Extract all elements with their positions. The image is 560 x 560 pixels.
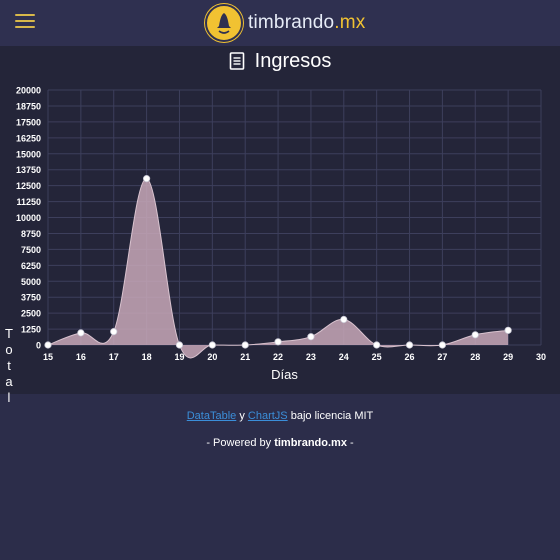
y-tick-label: 5000 (21, 277, 41, 287)
x-tick-label: 28 (470, 352, 480, 362)
data-point (208, 341, 216, 349)
y-tick-label: 7500 (21, 245, 41, 255)
data-point (471, 331, 479, 339)
x-tick-label: 25 (372, 352, 382, 362)
data-point (77, 329, 85, 337)
top-navbar: timbrando.mx (0, 0, 560, 46)
hamburger-menu-icon[interactable] (15, 13, 35, 29)
brand-logo[interactable]: timbrando.mx (205, 4, 366, 42)
x-tick-label: 22 (273, 352, 283, 362)
y-tick-label: 0 (36, 341, 41, 351)
y-tick-label: 11250 (16, 197, 41, 207)
y-tick-label: 10000 (16, 213, 41, 223)
panel-header: Ingresos (0, 46, 560, 76)
y-tick-label: 2500 (21, 309, 41, 319)
y-tick-label: 12500 (16, 181, 41, 191)
y-tick-label: 18750 (16, 101, 41, 111)
y-axis-label-char: t (7, 358, 11, 373)
x-tick-label: 17 (109, 352, 119, 362)
income-panel: Ingresos 0 1250 2500 3750 5000 6250 7500 8750 10… (0, 46, 560, 406)
data-point (438, 341, 446, 349)
x-tick-label: 29 (503, 352, 513, 362)
x-tick-label: 26 (405, 352, 415, 362)
x-tick-label: 24 (339, 352, 349, 362)
data-point (405, 341, 414, 349)
y-tick-label: 3750 (21, 293, 41, 303)
data-point (175, 341, 184, 349)
x-axis-label: Días (271, 367, 298, 382)
data-point (373, 341, 381, 349)
credits-conjunction: y (239, 410, 245, 422)
data-point (504, 326, 512, 334)
datatable-link[interactable]: DataTable (187, 410, 237, 422)
income-chart: 0 1250 2500 3750 5000 6250 7500 8750 10000 11250 1… (0, 76, 560, 406)
data-point (340, 315, 348, 324)
bell-logo-icon (205, 4, 243, 42)
chart-canvas: 0 1250 2500 3750 5000 6250 7500 8750 10000 11250 1… (16, 86, 546, 383)
x-tick-label: 23 (306, 352, 316, 362)
x-tick-label: 15 (43, 352, 53, 362)
license-text: bajo licencia MIT (290, 410, 374, 422)
brand-name: timbrando.mx (248, 12, 366, 33)
y-tick-label: 16250 (16, 133, 41, 143)
y-axis-label-char: a (5, 374, 13, 389)
data-point (274, 338, 282, 346)
page-footer: DataTable y ChartJS bajo licencia MIT - … (0, 410, 560, 449)
page-title: Ingresos (254, 49, 332, 72)
powered-brand: timbrando.mx (274, 437, 347, 449)
data-point (241, 341, 249, 349)
y-tick-label: 17500 (16, 117, 41, 127)
y-tick-label: 13750 (16, 165, 41, 175)
data-point (307, 333, 315, 341)
y-tick-label: 8750 (21, 229, 41, 239)
y-axis-label: Total (3, 326, 15, 406)
powered-prefix: - Powered by (206, 437, 272, 449)
data-point (110, 328, 118, 336)
x-tick-label: 21 (240, 352, 250, 362)
x-tick-label: 19 (174, 352, 184, 362)
y-axis-label-char: o (5, 342, 13, 357)
x-tick-label: 30 (536, 352, 546, 362)
x-tick-label: 27 (437, 352, 447, 362)
credits-line: DataTable y ChartJS bajo licencia MIT (0, 410, 560, 422)
y-tick-label: 6250 (21, 261, 41, 271)
chartjs-link[interactable]: ChartJS (248, 410, 288, 422)
y-axis-label-char: l (7, 390, 11, 405)
y-tick-label: 1250 (21, 325, 41, 335)
y-axis-label-char: T (5, 326, 13, 341)
y-tick-label: 15000 (16, 149, 41, 159)
x-tick-label: 16 (76, 352, 86, 362)
powered-suffix: - (350, 437, 354, 449)
data-point (143, 175, 151, 183)
document-icon (229, 52, 244, 70)
data-point (44, 341, 52, 349)
powered-by-line: - Powered by timbrando.mx - (0, 437, 560, 449)
x-tick-label: 20 (207, 352, 217, 362)
x-tick-label: 18 (142, 352, 152, 362)
y-tick-label: 20000 (16, 86, 41, 96)
